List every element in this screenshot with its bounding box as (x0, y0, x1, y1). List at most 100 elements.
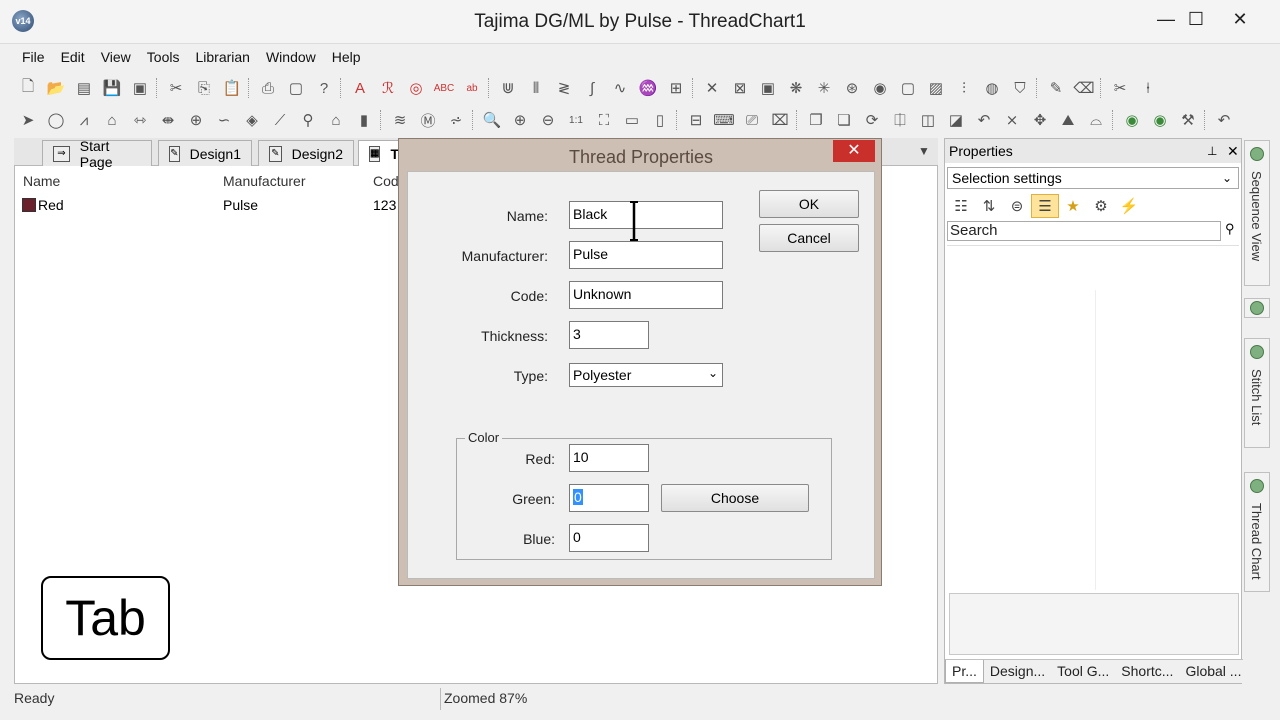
menu-librarian[interactable]: Librarian (187, 46, 257, 68)
knife-edit-icon[interactable]: ⟋ (266, 108, 294, 132)
lightning-icon[interactable]: ⚡ (1115, 194, 1143, 218)
help-icon[interactable]: ? (310, 76, 338, 100)
thickness-field[interactable]: 3 (569, 321, 649, 349)
select-arrow-icon[interactable]: ➤ (14, 108, 42, 132)
ungroup-icon[interactable]: ❏ (830, 108, 858, 132)
group-icon[interactable]: ❐ (802, 108, 830, 132)
new-file-icon[interactable]: 🗋 (14, 76, 42, 100)
stitch-fill-icon[interactable]: ⋓ (494, 76, 522, 100)
globe-icon[interactable]: ◉ (1118, 108, 1146, 132)
rotate-icon[interactable]: ⟳ (858, 108, 886, 132)
tab-start-page[interactable]: ⇒ Start Page (42, 138, 152, 170)
frame-icon[interactable]: ▣ (754, 76, 782, 100)
tab-tool-group[interactable]: Tool G... (1051, 660, 1115, 683)
machine-icon[interactable]: ⊟ (682, 108, 710, 132)
pen-icon[interactable]: ✎ (1042, 76, 1070, 100)
side-tab-sequence-view[interactable]: Sequence View (1244, 140, 1270, 286)
needle-icon[interactable]: ⍿ (1134, 76, 1162, 100)
photo-icon[interactable]: ▨ (922, 76, 950, 100)
wave-edit-icon[interactable]: ∽ (210, 108, 238, 132)
save-all-icon[interactable]: ▣ (126, 76, 154, 100)
compress-icon[interactable]: ⇼ (154, 108, 182, 132)
bean-stitch-icon[interactable]: ⫶ (950, 76, 978, 100)
close-icon[interactable]: ✕ (1227, 139, 1239, 163)
type-select[interactable]: Polyester ⌄ (569, 363, 723, 387)
events-icon[interactable]: ☰ (1031, 194, 1059, 218)
pattern-icon[interactable]: ⊠ (726, 76, 754, 100)
zoom-page-icon[interactable]: ▯ (646, 108, 674, 132)
width-icon[interactable]: ⇿ (126, 108, 154, 132)
menu-view[interactable]: View (93, 46, 139, 68)
side-tab-collapsed[interactable] (1244, 298, 1270, 318)
stitch-run-icon[interactable]: ⫴ (522, 76, 550, 100)
stitch-w-icon[interactable]: ⩫ (442, 108, 470, 132)
stitch-curve-icon[interactable]: ∫ (578, 76, 606, 100)
stitch-column-icon[interactable]: ⊞ (662, 76, 690, 100)
menu-tools[interactable]: Tools (139, 46, 188, 68)
blue-field[interactable]: 0 (569, 524, 649, 552)
stitch-zigzag-icon[interactable]: ≷ (550, 76, 578, 100)
favorites-icon[interactable]: ★ (1059, 194, 1087, 218)
choose-color-button[interactable]: Choose (661, 484, 809, 512)
red-field[interactable]: 10 (569, 444, 649, 472)
selection-settings-dropdown[interactable]: Selection settings ⌄ (947, 167, 1239, 189)
tab-list-dropdown-icon[interactable]: ▼ (918, 144, 930, 158)
sort-alpha-icon[interactable]: ⇅ (975, 194, 1003, 218)
tab-design2[interactable]: ✎ Design2 (258, 140, 354, 166)
cut-icon[interactable]: ✂ (162, 76, 190, 100)
copy-icon[interactable]: ⎘ (190, 76, 218, 100)
abc-box-icon[interactable]: ab (458, 76, 486, 100)
side-tab-stitch-list[interactable]: Stitch List (1244, 338, 1270, 448)
center-icon[interactable]: ⊕ (182, 108, 210, 132)
search-icon[interactable]: ⚲ (1225, 221, 1235, 237)
tools-icon[interactable]: ⚒ (1174, 108, 1202, 132)
tab-shortcuts[interactable]: Shortc... (1115, 660, 1179, 683)
paste-icon[interactable]: 📋 (218, 76, 246, 100)
zoom-out-icon[interactable]: ⊖ (534, 108, 562, 132)
manufacturer-field[interactable]: Pulse (569, 241, 723, 269)
zoom-window-icon[interactable]: ▭ (618, 108, 646, 132)
stitch-complex-icon[interactable]: ♒ (634, 76, 662, 100)
eye-icon[interactable]: ◈ (238, 108, 266, 132)
tab-design1[interactable]: ✎ Design1 (158, 140, 252, 166)
undo-rotate-icon[interactable]: ↶ (970, 108, 998, 132)
trace-icon[interactable]: ⌂ (322, 108, 350, 132)
tab-global[interactable]: Global ... (1179, 660, 1247, 683)
stitch-wave-icon[interactable]: ∿ (606, 76, 634, 100)
motif-icon[interactable]: ❋ (782, 76, 810, 100)
knife-icon[interactable]: ✂ (1106, 76, 1134, 100)
eraser-icon[interactable]: ⌫ (1070, 76, 1098, 100)
settings-icon[interactable]: ⚙ (1087, 194, 1115, 218)
code-field[interactable]: Unknown (569, 281, 723, 309)
lettering-icon[interactable]: A (346, 76, 374, 100)
tab-properties[interactable]: Pr... (945, 660, 984, 683)
print-preview-icon[interactable]: ▢ (282, 76, 310, 100)
stitch-edit-icon[interactable]: ≋ (386, 108, 414, 132)
stitch-m-icon[interactable]: Ⓜ (414, 108, 442, 132)
dialog-close-button[interactable]: ✕ (833, 140, 875, 162)
ok-button[interactable]: OK (759, 190, 859, 218)
zoom-icon[interactable]: 🔍 (478, 108, 506, 132)
circle-text-icon[interactable]: ◎ (402, 76, 430, 100)
cancel-button[interactable]: Cancel (759, 224, 859, 252)
zoom-in-icon[interactable]: ⊕ (506, 108, 534, 132)
zoom-fit-icon[interactable]: ⛶ (590, 108, 618, 132)
menu-file[interactable]: File (14, 46, 53, 68)
close-window-button[interactable]: ✕ (1220, 8, 1260, 32)
shield-icon[interactable]: ⛉ (1006, 76, 1034, 100)
properties-icon[interactable]: ⊜ (1003, 194, 1031, 218)
spiral-icon[interactable]: ◉ (866, 76, 894, 100)
column-header-code[interactable]: Cod (373, 173, 399, 189)
column-header-manufacturer[interactable]: Manufacturer (223, 173, 305, 189)
menu-edit[interactable]: Edit (53, 46, 93, 68)
align-icon[interactable]: ⎅ (886, 108, 914, 132)
mirror-icon[interactable]: ⨯ (998, 108, 1026, 132)
side-tab-thread-chart[interactable]: Thread Chart (1244, 472, 1270, 592)
applique-icon[interactable]: ▢ (894, 76, 922, 100)
open-folder-icon[interactable]: 📂 (42, 76, 70, 100)
globe-alt-icon[interactable]: ◉ (1146, 108, 1174, 132)
star-icon[interactable]: ✳ (810, 76, 838, 100)
keyboard-icon[interactable]: ⌨ (710, 108, 738, 132)
shape-edit-icon[interactable]: ⌂ (98, 108, 126, 132)
categorized-icon[interactable]: ☷ (947, 194, 975, 218)
